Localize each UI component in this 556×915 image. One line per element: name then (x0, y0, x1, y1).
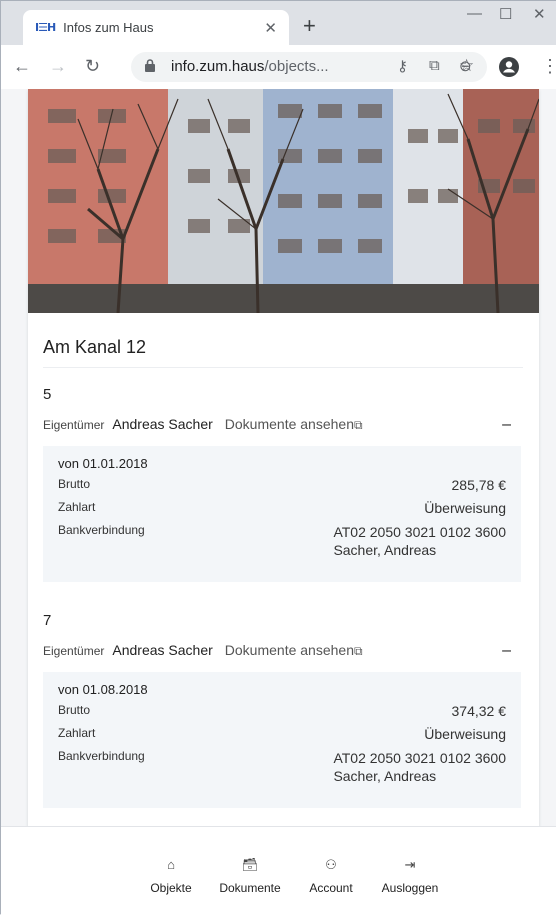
view-documents-link[interactable]: Dokumente ansehen⧉ (225, 642, 363, 659)
bookmark-star-icon[interactable]: ☆ (459, 56, 474, 76)
browser-tab[interactable]: I☰H Infos zum Haus ✕ (23, 10, 289, 45)
profile-icon[interactable] (499, 57, 519, 77)
nav-account[interactable]: ⚇ Account (291, 857, 371, 895)
account-holder: Sacher, Andreas (333, 768, 437, 784)
view-documents-label: Dokumente ansehen (224, 416, 354, 432)
menu-icon[interactable]: ⋮ (541, 56, 556, 77)
reload-icon[interactable]: ↻ (85, 56, 100, 77)
bank-value: AT02 2050 3021 0102 3600 Sacher, Andreas (333, 523, 506, 559)
payment-details: von 01.01.2018 Brutto 285,78 € Zahlart Ü… (43, 446, 521, 582)
payment-details: von 01.08.2018 Brutto 374,32 € Zahlart Ü… (43, 672, 521, 808)
new-tab-icon[interactable]: + (303, 15, 316, 37)
property-card: Am Kanal 12 5 Eigentümer Andreas Sacher … (28, 89, 539, 834)
bank-row: Bankverbindung AT02 2050 3021 0102 3600 … (58, 523, 506, 559)
back-icon[interactable]: ← (13, 56, 31, 77)
owner-label: Eigentümer (43, 644, 105, 658)
external-link-icon: ⧉ (353, 644, 363, 658)
minimize-icon[interactable]: — (467, 5, 482, 22)
gross-row: Brutto 374,32 € (58, 703, 506, 719)
translate-icon[interactable]: ⧉ (429, 57, 440, 74)
nav-logout-label: Ausloggen (381, 881, 439, 895)
payment-method-value: Überweisung (424, 726, 506, 742)
favicon-icon: I☰H (35, 21, 56, 34)
unit-section: 7 Eigentümer Andreas Sacher Dokumente an… (43, 612, 523, 808)
payment-method-label: Zahlart (58, 500, 96, 514)
nav-documents-label: Dokumente (219, 881, 281, 895)
url-host: info.zum.haus (171, 58, 265, 75)
payment-method-row: Zahlart Überweisung (58, 500, 506, 516)
nav-documents[interactable]: 🗃 Dokumente (210, 857, 290, 895)
nav-objects-label: Objekte (150, 881, 192, 895)
maximize-icon[interactable]: ☐ (499, 5, 512, 23)
url-text: info.zum.haus/objects... (171, 58, 329, 75)
nav-account-label: Account (309, 881, 353, 895)
iban: AT02 2050 3021 0102 3600 (333, 750, 506, 766)
archive-icon: 🗃 (241, 857, 259, 872)
gross-label: Brutto (58, 477, 91, 491)
payment-method-label: Zahlart (58, 726, 96, 740)
payment-method-value: Überweisung (424, 500, 506, 516)
tab-bar: I☰H Infos zum Haus ✕ + — ☐ ✕ (1, 1, 556, 45)
owner-row: Eigentümer Andreas Sacher Dokumente anse… (43, 410, 523, 444)
building-photo (28, 89, 539, 313)
gross-label: Brutto (58, 703, 91, 717)
bank-value: AT02 2050 3021 0102 3600 Sacher, Andreas (333, 749, 506, 785)
url-field[interactable]: info.zum.haus/objects... ⚷ ⧉ ⊖ (131, 52, 487, 82)
lock-icon (145, 59, 155, 72)
nav-logout[interactable]: ⇥ Ausloggen (370, 857, 450, 895)
home-icon: ⌂ (167, 857, 175, 872)
address-bar: ← → ↻ info.zum.haus/objects... ⚷ ⧉ ⊖ ☆ ⋮ (1, 45, 556, 89)
bottom-navigation: ⌂ Objekte 🗃 Dokumente ⚇ Account ⇥ Auslog… (1, 826, 556, 915)
nav-objects[interactable]: ⌂ Objekte (131, 857, 211, 895)
user-icon: ⚇ (325, 857, 337, 872)
valid-from: von 01.08.2018 (58, 682, 148, 697)
valid-from: von 01.01.2018 (58, 456, 148, 471)
iban: AT02 2050 3021 0102 3600 (333, 524, 506, 540)
external-link-icon: ⧉ (353, 418, 363, 432)
gross-value: 374,32 € (451, 703, 507, 719)
bank-label: Bankverbindung (58, 749, 145, 763)
collapse-button[interactable]: – (502, 416, 511, 434)
page-content: Am Kanal 12 5 Eigentümer Andreas Sacher … (1, 89, 556, 915)
gross-row: Brutto 285,78 € (58, 477, 506, 493)
bank-row: Bankverbindung AT02 2050 3021 0102 3600 … (58, 749, 506, 785)
unit-number: 5 (43, 386, 52, 403)
payment-method-row: Zahlart Überweisung (58, 726, 506, 742)
unit-section: 5 Eigentümer Andreas Sacher Dokumente an… (43, 386, 523, 582)
key-icon[interactable]: ⚷ (397, 57, 408, 75)
tab-title: Infos zum Haus (63, 20, 154, 35)
close-tab-icon[interactable]: ✕ (264, 19, 277, 37)
property-address-title: Am Kanal 12 (43, 337, 147, 357)
owner-name: Andreas Sacher (112, 416, 213, 432)
owner-name: Andreas Sacher (112, 642, 213, 658)
logout-icon: ⇥ (404, 857, 416, 872)
title-divider (43, 367, 523, 368)
collapse-button[interactable]: – (502, 642, 511, 660)
view-documents-link[interactable]: Dokumente ansehen⧉ (225, 416, 363, 433)
owner-row: Eigentümer Andreas Sacher Dokumente anse… (43, 636, 523, 670)
forward-icon[interactable]: → (49, 56, 67, 77)
owner-label: Eigentümer (43, 418, 105, 432)
bank-label: Bankverbindung (58, 523, 145, 537)
close-window-icon[interactable]: ✕ (533, 5, 546, 23)
browser-window: I☰H Infos zum Haus ✕ + — ☐ ✕ ← → ↻ info.… (0, 0, 556, 915)
account-holder: Sacher, Andreas (333, 542, 437, 558)
unit-number: 7 (43, 612, 52, 629)
url-path: /objects... (264, 58, 329, 75)
gross-value: 285,78 € (451, 477, 507, 493)
view-documents-label: Dokumente ansehen (224, 642, 354, 658)
